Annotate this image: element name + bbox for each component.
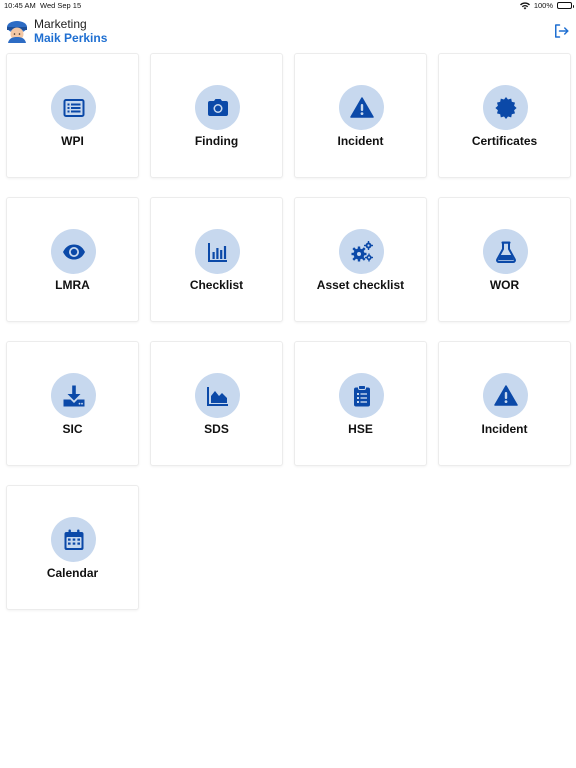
module-tile-hse[interactable]: HSE	[294, 341, 427, 466]
calendar-icon	[64, 529, 83, 550]
module-tile-incident[interactable]: Incident	[438, 341, 571, 466]
module-tile-sic[interactable]: SIC	[6, 341, 139, 466]
module-tile-checklist[interactable]: Checklist	[150, 197, 283, 322]
download-icon	[63, 385, 84, 406]
icon-circle	[483, 85, 528, 130]
status-right: 100%	[519, 1, 574, 10]
icon-circle	[51, 373, 96, 418]
module-tile-finding[interactable]: Finding	[150, 53, 283, 178]
module-tile-calendar[interactable]: Calendar	[6, 485, 139, 610]
warning-icon	[349, 96, 374, 118]
battery-icon	[557, 2, 574, 9]
icon-circle	[51, 517, 96, 562]
icon-circle	[195, 229, 240, 274]
module-tile-sds[interactable]: SDS	[150, 341, 283, 466]
clipboard-icon	[353, 384, 370, 406]
icon-circle	[339, 373, 384, 418]
module-label: Finding	[194, 134, 239, 148]
module-tile-wpi[interactable]: WPI	[6, 53, 139, 178]
icon-circle	[339, 229, 384, 274]
list-icon	[63, 98, 84, 117]
organization-name: Marketing	[34, 17, 87, 31]
module-tile-incident[interactable]: Incident	[294, 53, 427, 178]
logout-icon[interactable]	[552, 22, 570, 40]
module-label: Calendar	[46, 566, 99, 580]
gears-icon	[351, 240, 373, 261]
module-grid: WPI Finding Incident Certificates LMRA C…	[6, 53, 571, 610]
module-label: HSE	[348, 422, 373, 436]
app-header: Marketing Maik Perkins	[0, 12, 576, 48]
icon-circle	[483, 229, 528, 274]
icon-circle	[51, 229, 96, 274]
module-label: LMRA	[55, 278, 90, 292]
module-label: Checklist	[189, 278, 244, 292]
module-tile-wor[interactable]: WOR	[438, 197, 571, 322]
flask-icon	[495, 241, 516, 263]
user-name: Maik Perkins	[34, 31, 108, 45]
module-label: WOR	[489, 278, 520, 292]
status-time: 10:45 AM	[4, 1, 36, 10]
area-chart-icon	[206, 386, 228, 406]
icon-circle	[483, 373, 528, 418]
icon-circle	[339, 85, 384, 130]
bar-chart-icon	[207, 242, 227, 262]
module-label: WPI	[61, 134, 84, 148]
module-label: SIC	[62, 422, 83, 436]
module-label: Incident	[337, 134, 384, 148]
certificate-icon	[494, 96, 517, 119]
warning-icon	[493, 384, 518, 406]
module-label: Certificates	[471, 134, 538, 148]
module-tile-asset-checklist[interactable]: Asset checklist	[294, 197, 427, 322]
avatar[interactable]	[5, 19, 29, 43]
icon-circle	[51, 85, 96, 130]
icon-circle	[195, 85, 240, 130]
eye-icon	[62, 244, 85, 259]
module-tile-certificates[interactable]: Certificates	[438, 53, 571, 178]
status-date: Wed Sep 15	[40, 1, 82, 10]
module-tile-lmra[interactable]: LMRA	[6, 197, 139, 322]
module-label: SDS	[204, 422, 229, 436]
module-label: Asset checklist	[316, 278, 405, 292]
camera-icon	[207, 98, 228, 116]
icon-circle	[195, 373, 240, 418]
wifi-icon	[519, 1, 530, 9]
battery-percent: 100%	[533, 1, 553, 10]
module-label: Incident	[481, 422, 528, 436]
status-bar: 10:45 AM Wed Sep 15 100%	[0, 0, 576, 12]
